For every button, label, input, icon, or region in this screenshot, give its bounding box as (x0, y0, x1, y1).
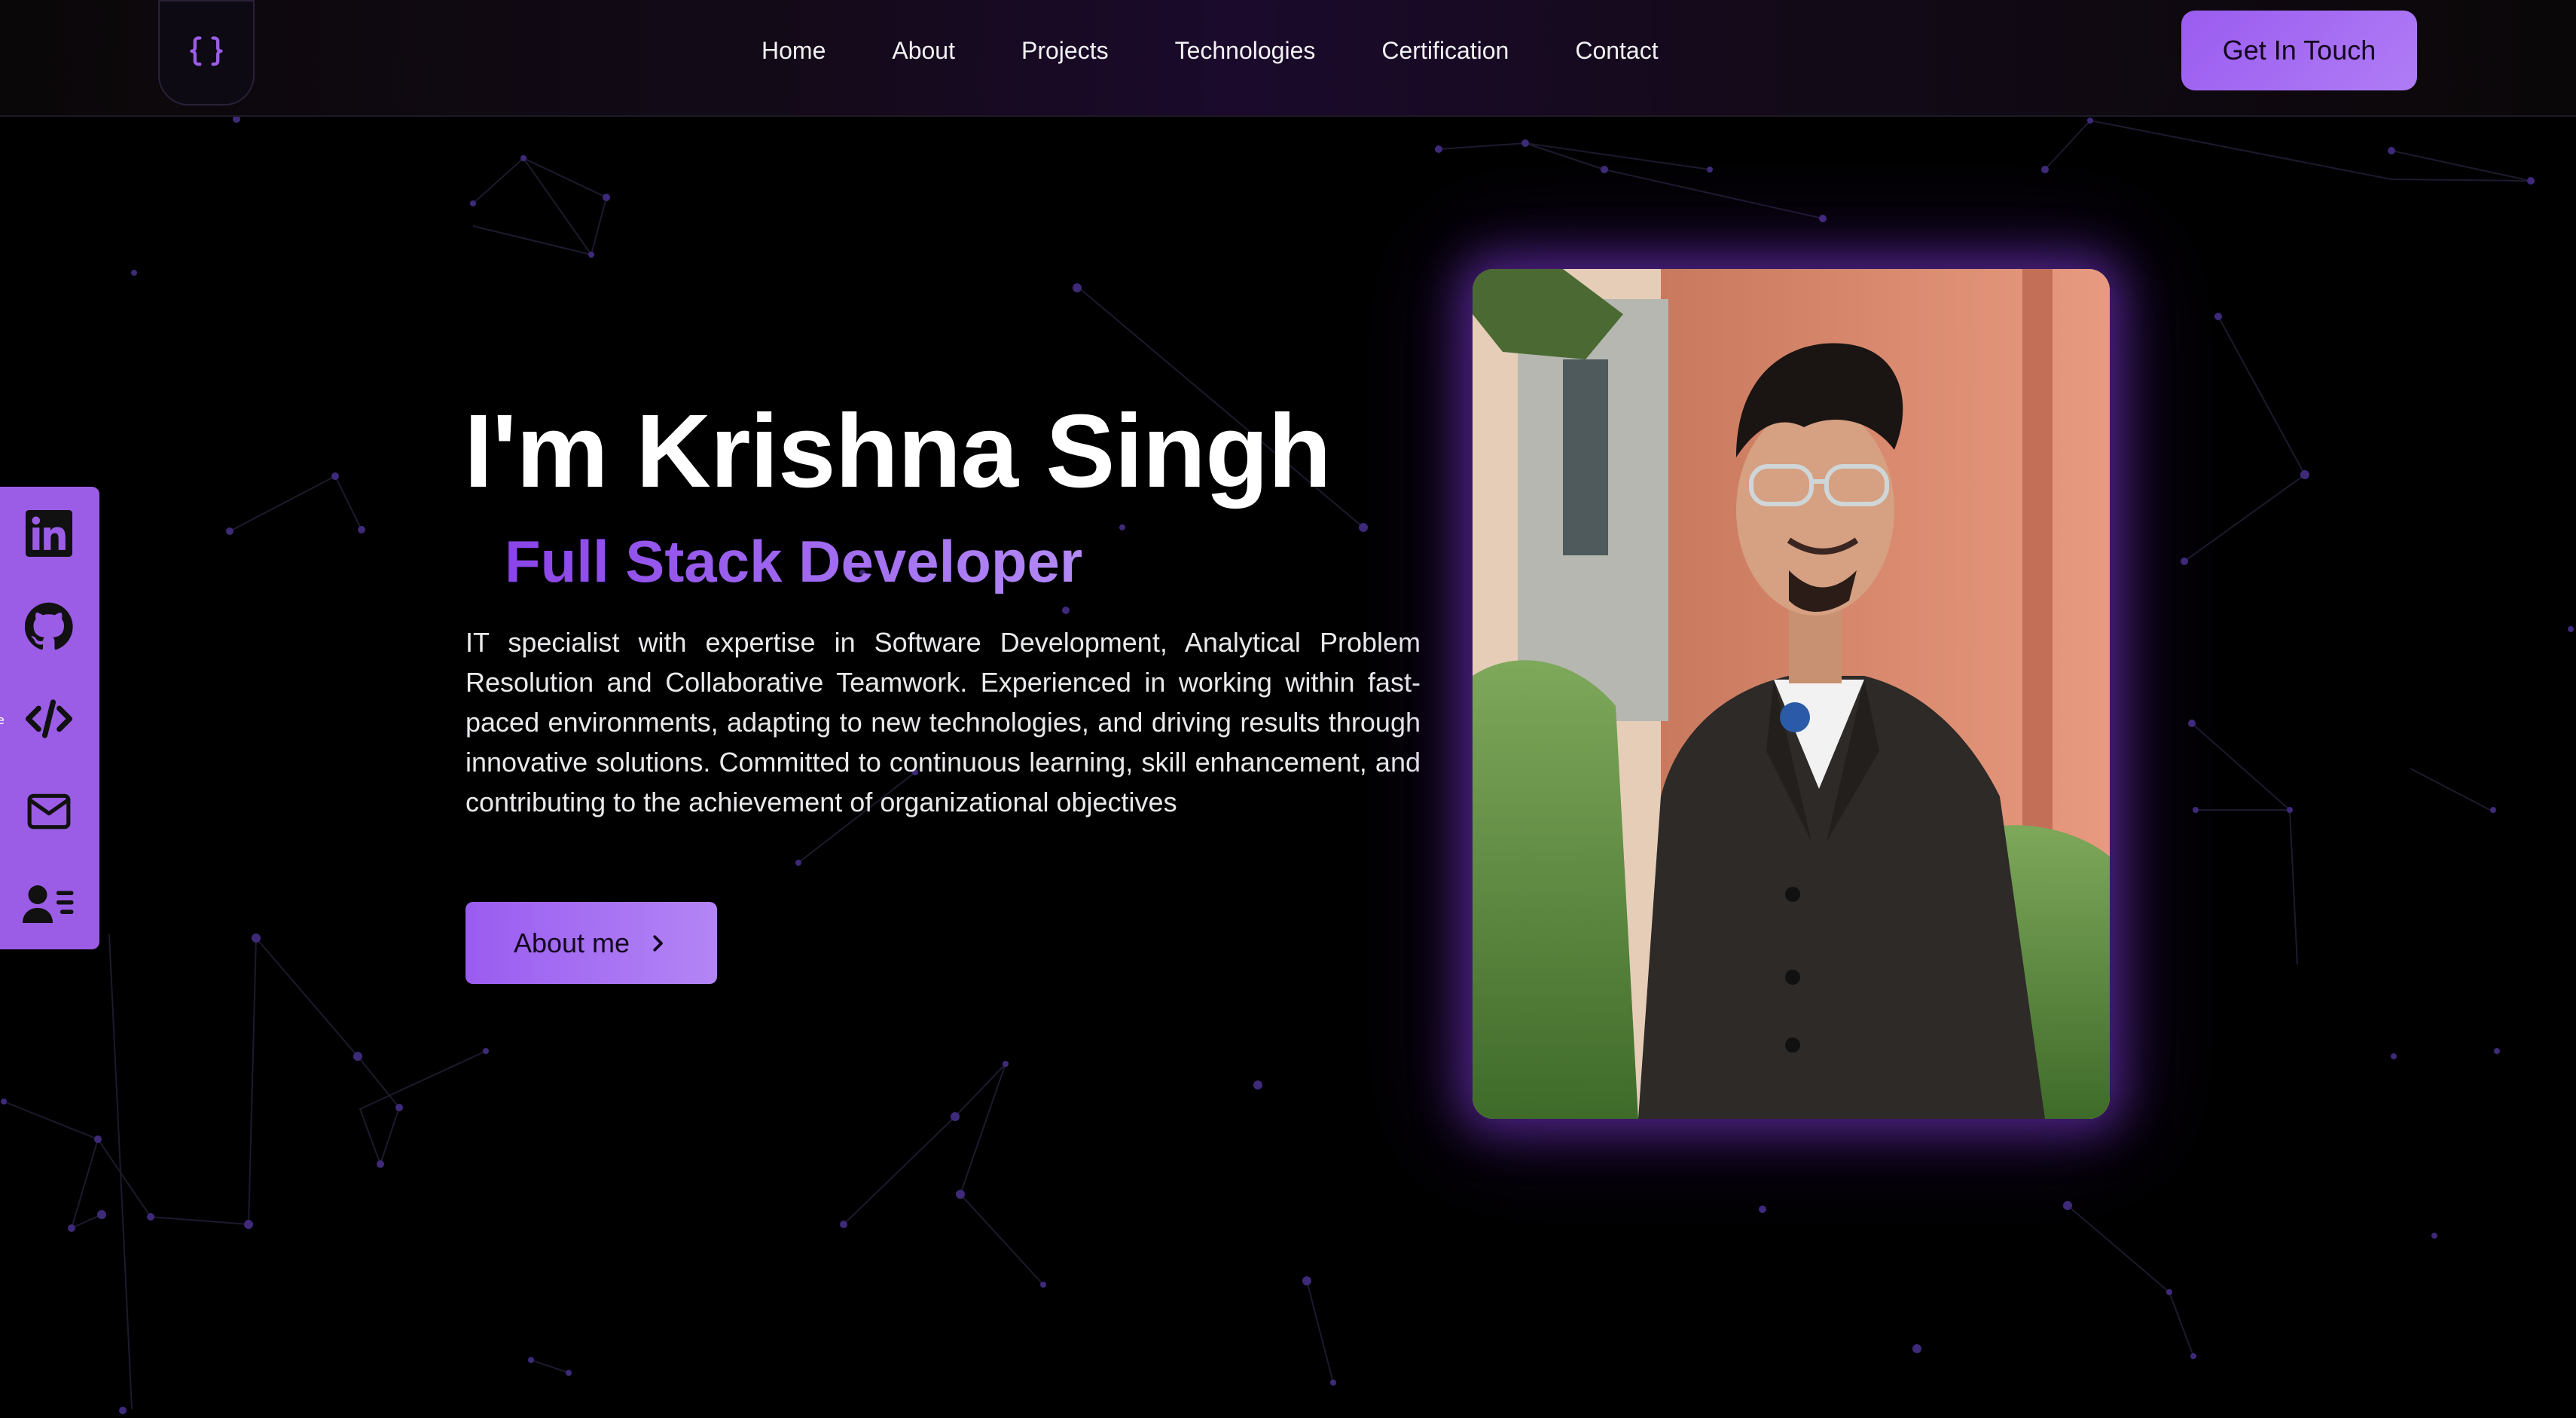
nav-link-contact[interactable]: Contact (1575, 37, 1658, 65)
mail-icon (26, 788, 72, 835)
github-link[interactable] (23, 600, 75, 652)
social-sidebar (0, 487, 99, 949)
nav-link-home[interactable]: Home (762, 37, 826, 65)
get-in-touch-button[interactable]: Get In Touch (2181, 11, 2417, 90)
github-icon (25, 602, 73, 650)
nav-link-certification[interactable]: Certification (1381, 37, 1509, 65)
linkedin-link[interactable] (23, 507, 75, 560)
nav-link-about[interactable]: About (892, 37, 955, 65)
about-me-label: About me (513, 927, 630, 958)
nav-link-projects[interactable]: Projects (1021, 37, 1109, 65)
about-me-button[interactable]: About me (465, 902, 717, 984)
code-profile-link[interactable] (23, 692, 75, 745)
curly-braces-icon (187, 33, 226, 72)
hero-description: IT specialist with expertise in Software… (465, 627, 1421, 817)
top-navbar: Home About Projects Technologies Certifi… (0, 0, 2576, 117)
chevron-right-icon (646, 932, 669, 955)
resume-icon (23, 880, 75, 928)
profile-photo-illustration (1473, 269, 2110, 1119)
code-icon (24, 694, 74, 744)
resume-link[interactable] (23, 878, 75, 931)
hero-role: Full Stack Developer (505, 528, 1083, 594)
linkedin-icon (26, 510, 72, 557)
main-nav: Home About Projects Technologies Certifi… (762, 0, 1659, 102)
logo-button[interactable] (158, 0, 255, 105)
nav-link-technologies[interactable]: Technologies (1175, 37, 1316, 65)
profile-photo (1473, 269, 2110, 1119)
sidebar-tooltip-fragment: e (0, 713, 5, 727)
email-link[interactable] (23, 785, 75, 838)
hero-title: I'm Krishna Singh (464, 393, 1332, 509)
